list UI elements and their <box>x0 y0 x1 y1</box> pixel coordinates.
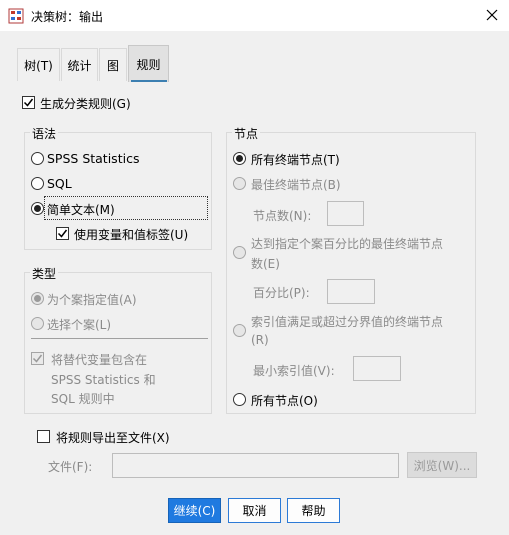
syntax-spss-label: SPSS Statistics <box>47 151 140 166</box>
best-percent-line2: 数(E) <box>251 257 280 271</box>
tab-active-indicator <box>131 80 167 82</box>
include-surrogates-checkbox[interactable] <box>31 352 44 365</box>
include-surrogates-line3: SQL 规则中 <box>51 392 115 406</box>
index-cutoff-radio[interactable] <box>233 324 246 337</box>
type-assign-values-radio[interactable] <box>31 292 44 305</box>
min-index-label: 最小索引值(V): <box>253 364 335 378</box>
percent-label: 百分比(P): <box>253 286 310 300</box>
help-button[interactable]: 帮助 <box>287 498 340 523</box>
file-label: 文件(F): <box>48 460 93 474</box>
node-count-label: 节点数(N): <box>253 209 312 223</box>
nodes-group-title: 节点 <box>232 125 261 142</box>
include-surrogates-line1: 将替代变量包含在 <box>51 353 148 367</box>
close-button[interactable] <box>478 2 506 28</box>
type-assign-values-label: 为个案指定值(A) <box>47 293 137 307</box>
type-separator <box>31 338 208 339</box>
syntax-simple-text-label: 简单文本(M) <box>47 203 115 217</box>
best-percent-line1: 达到指定个案百分比的最佳终端节点 <box>251 237 444 251</box>
check-icon <box>57 229 68 238</box>
min-index-input[interactable] <box>353 356 401 381</box>
app-icon <box>8 8 24 24</box>
window-title: 决策树：输出 <box>31 10 104 24</box>
include-surrogates-line2: SPSS Statistics 和 <box>51 373 156 387</box>
export-rules-label: 将规则导出至文件(X) <box>56 431 170 445</box>
best-terminal-nodes-label: 最佳终端节点(B) <box>251 178 341 192</box>
cancel-button[interactable]: 取消 <box>228 498 281 523</box>
all-nodes-radio[interactable] <box>233 393 246 406</box>
tab-tree[interactable]: 树(T) <box>17 48 60 81</box>
generate-rules-label: 生成分类规则(G) <box>40 97 131 111</box>
close-icon <box>486 9 498 21</box>
tab-rules[interactable]: 规则 <box>128 45 169 82</box>
index-cutoff-line2: (R) <box>251 333 269 347</box>
best-percent-radio[interactable] <box>233 246 246 259</box>
best-terminal-nodes-radio[interactable] <box>233 177 246 190</box>
continue-button[interactable]: 继续(C) <box>168 498 221 523</box>
tab-statistics[interactable]: 统计 <box>61 48 98 81</box>
export-rules-checkbox[interactable] <box>37 430 50 443</box>
type-group-title: 类型 <box>30 265 59 282</box>
percent-input[interactable] <box>327 279 375 304</box>
use-labels-checkbox[interactable] <box>56 227 69 240</box>
syntax-simple-text-radio[interactable] <box>31 202 44 215</box>
tab-plots[interactable]: 图 <box>99 48 127 81</box>
type-select-cases-label: 选择个案(L) <box>47 318 112 332</box>
use-labels-label: 使用变量和值标签(U) <box>74 228 189 242</box>
check-icon <box>23 98 34 107</box>
all-terminal-nodes-radio[interactable] <box>233 152 246 165</box>
index-cutoff-line1: 索引值满足或超过分界值的终端节点 <box>251 315 444 329</box>
generate-rules-checkbox[interactable] <box>22 96 35 109</box>
file-path-input[interactable] <box>112 453 399 478</box>
type-select-cases-radio[interactable] <box>31 317 44 330</box>
all-terminal-nodes-label: 所有终端节点(T) <box>251 153 340 167</box>
node-count-input[interactable] <box>327 201 364 226</box>
all-nodes-label: 所有节点(O) <box>251 394 318 408</box>
syntax-spss-radio[interactable] <box>31 152 44 165</box>
syntax-sql-radio[interactable] <box>31 177 44 190</box>
browse-button[interactable]: 浏览(W)... <box>407 452 477 478</box>
check-icon <box>32 354 43 363</box>
syntax-group-title: 语法 <box>30 125 59 142</box>
syntax-sql-label: SQL <box>47 176 72 191</box>
